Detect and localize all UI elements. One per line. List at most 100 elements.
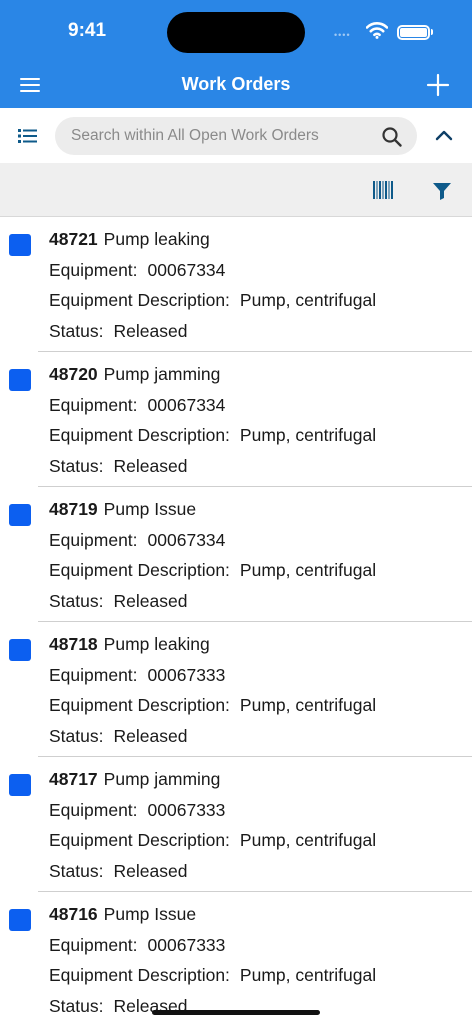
- status-row: Status: Released: [49, 591, 187, 612]
- filter-icon[interactable]: [431, 180, 453, 202]
- work-order-number: 48720: [49, 364, 98, 384]
- work-order-title: Pump jamming: [103, 769, 221, 789]
- selection-checkbox[interactable]: [9, 639, 31, 661]
- equipment-description-value: Pump, centrifugal: [239, 830, 377, 850]
- work-order-heading: 48716 Pump Issue: [49, 904, 196, 925]
- plus-icon[interactable]: [424, 70, 452, 100]
- status-label: Status:: [49, 726, 104, 746]
- equipment-description-row: Equipment Description: Pump, centrifugal: [49, 695, 376, 716]
- search-icon[interactable]: [381, 126, 403, 148]
- work-order-title: Pump leaking: [103, 229, 210, 249]
- equipment-value: 00067333: [147, 935, 226, 955]
- equipment-description-row: Equipment Description: Pump, centrifugal: [49, 830, 376, 851]
- list-item[interactable]: 48716 Pump Issue Equipment: 00067333 Equip…: [0, 892, 472, 1024]
- work-order-heading: 48720 Pump jamming: [49, 364, 220, 385]
- page-title: Work Orders: [181, 74, 291, 94]
- equipment-description-row: Equipment Description: Pump, centrifugal: [49, 290, 376, 311]
- equipment-description-row: Equipment Description: Pump, centrifugal: [49, 965, 376, 986]
- equipment-label: Equipment:: [49, 935, 138, 955]
- equipment-description-value: Pump, centrifugal: [239, 965, 377, 985]
- work-order-title: Pump Issue: [103, 499, 197, 519]
- battery-cap: [431, 29, 433, 35]
- search-input[interactable]: [71, 117, 371, 155]
- equipment-description-label: Equipment Description:: [49, 695, 230, 715]
- dynamic-island: [167, 12, 305, 53]
- status-label: Status:: [49, 321, 104, 341]
- status-value: Released: [113, 591, 188, 611]
- equipment-value: 00067334: [147, 395, 226, 415]
- selection-checkbox[interactable]: [9, 234, 31, 256]
- equipment-description-value: Pump, centrifugal: [239, 560, 377, 580]
- list-item[interactable]: 48719 Pump Issue Equipment: 00067334 Equip…: [0, 487, 472, 622]
- equipment-row: Equipment: 00067333: [49, 935, 225, 956]
- equipment-description-label: Equipment Description:: [49, 425, 230, 445]
- status-value: Released: [113, 726, 188, 746]
- equipment-label: Equipment:: [49, 800, 138, 820]
- status-value: Released: [113, 321, 188, 341]
- equipment-row: Equipment: 00067333: [49, 665, 225, 686]
- status-label: Status:: [49, 591, 104, 611]
- search-row: [0, 108, 472, 163]
- equipment-description-row: Equipment Description: Pump, centrifugal: [49, 560, 376, 581]
- equipment-description-value: Pump, centrifugal: [239, 425, 377, 445]
- work-order-list: 48721 Pump leaking Equipment: 00067334 Equ…: [0, 217, 472, 1024]
- status-row: Status: Released: [49, 321, 187, 342]
- equipment-row: Equipment: 00067333: [49, 800, 225, 821]
- search-box: [55, 117, 417, 155]
- selection-checkbox[interactable]: [9, 909, 31, 931]
- status-row: Status: Released: [49, 861, 187, 882]
- status-label: Status:: [49, 996, 104, 1016]
- work-order-title: Pump Issue: [103, 904, 197, 924]
- work-order-title: Pump leaking: [103, 634, 210, 654]
- work-order-title: Pump jamming: [103, 364, 221, 384]
- equipment-value: 00067333: [147, 665, 226, 685]
- list-item[interactable]: 48720 Pump jamming Equipment: 00067334 Equ…: [0, 352, 472, 487]
- status-label: Status:: [49, 456, 104, 476]
- selection-checkbox[interactable]: [9, 369, 31, 391]
- work-order-number: 48716: [49, 904, 98, 924]
- equipment-label: Equipment:: [49, 395, 138, 415]
- equipment-description-label: Equipment Description:: [49, 290, 230, 310]
- equipment-row: Equipment: 00067334: [49, 395, 225, 416]
- selection-checkbox[interactable]: [9, 774, 31, 796]
- work-order-number: 48721: [49, 229, 98, 249]
- status-bar: 9:41 ••••: [0, 0, 472, 62]
- chevron-up-icon[interactable]: [432, 124, 456, 148]
- work-order-heading: 48718 Pump leaking: [49, 634, 210, 655]
- status-label: Status:: [49, 861, 104, 881]
- selection-checkbox[interactable]: [9, 504, 31, 526]
- barcode-icon[interactable]: [372, 181, 394, 199]
- work-order-number: 48719: [49, 499, 98, 519]
- equipment-description-value: Pump, centrifugal: [239, 290, 377, 310]
- work-order-number: 48718: [49, 634, 98, 654]
- equipment-value: 00067333: [147, 800, 226, 820]
- wifi-icon: [366, 22, 388, 39]
- status-value: Released: [113, 861, 188, 881]
- battery-icon: [397, 25, 430, 40]
- equipment-row: Equipment: 00067334: [49, 530, 225, 551]
- equipment-label: Equipment:: [49, 530, 138, 550]
- work-order-heading: 48721 Pump leaking: [49, 229, 210, 250]
- nav-bar: Work Orders: [0, 62, 472, 108]
- equipment-row: Equipment: 00067334: [49, 260, 225, 281]
- work-order-number: 48717: [49, 769, 98, 789]
- equipment-description-label: Equipment Description:: [49, 830, 230, 850]
- toolbar: [0, 163, 472, 217]
- equipment-label: Equipment:: [49, 260, 138, 280]
- status-value: Released: [113, 456, 188, 476]
- equipment-description-row: Equipment Description: Pump, centrifugal: [49, 425, 376, 446]
- status-time: 9:41: [68, 20, 107, 41]
- list-item[interactable]: 48718 Pump leaking Equipment: 00067333 Equ…: [0, 622, 472, 757]
- list-item[interactable]: 48717 Pump jamming Equipment: 00067333 Equ…: [0, 757, 472, 892]
- status-row: Status: Released: [49, 456, 187, 477]
- list-icon[interactable]: [14, 122, 42, 150]
- equipment-value: 00067334: [147, 530, 226, 550]
- home-indicator[interactable]: [152, 1010, 320, 1015]
- app-header: 9:41 •••• Work Orders: [0, 0, 472, 108]
- status-row: Status: Released: [49, 726, 187, 747]
- equipment-description-label: Equipment Description:: [49, 965, 230, 985]
- work-order-heading: 48719 Pump Issue: [49, 499, 196, 520]
- equipment-value: 00067334: [147, 260, 226, 280]
- list-item[interactable]: 48721 Pump leaking Equipment: 00067334 Equ…: [0, 217, 472, 352]
- equipment-label: Equipment:: [49, 665, 138, 685]
